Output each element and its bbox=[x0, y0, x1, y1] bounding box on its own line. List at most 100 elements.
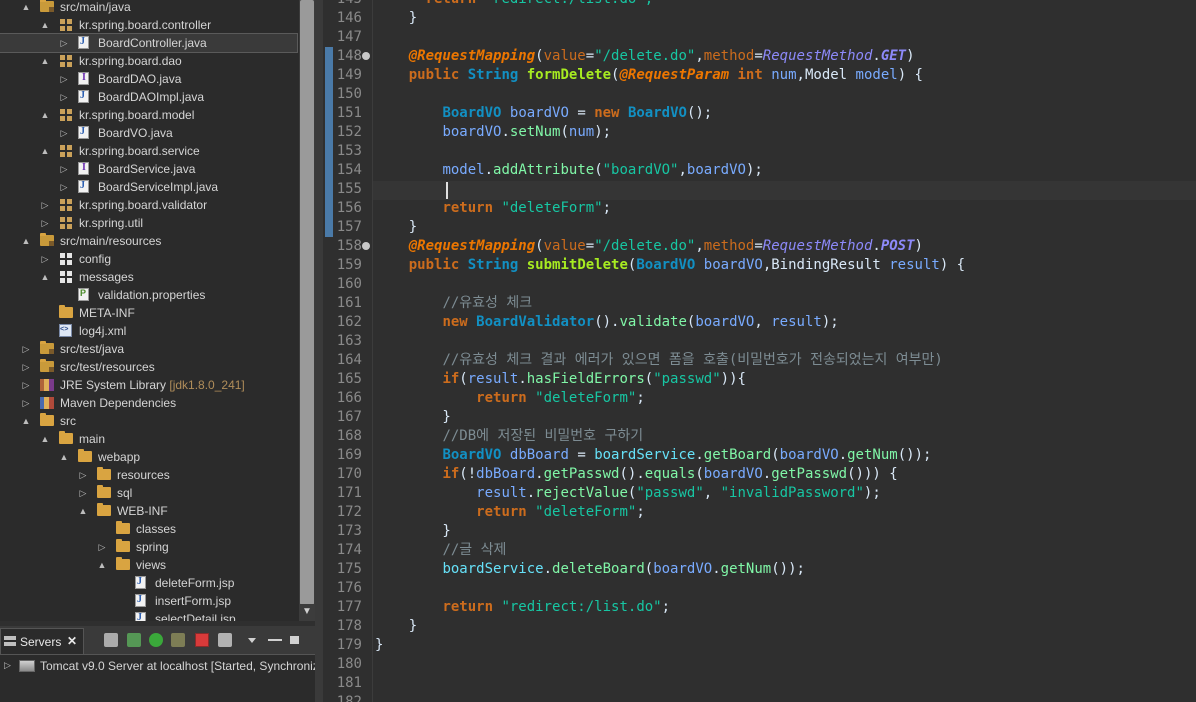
code-line[interactable] bbox=[375, 85, 1195, 104]
collapse-arrow-icon[interactable]: ▲ bbox=[59, 451, 69, 463]
tree-item[interactable]: ▷ BoardService.java bbox=[0, 160, 297, 178]
expand-arrow-icon[interactable]: ▷ bbox=[59, 73, 69, 85]
code-line[interactable]: if(result.hasFieldErrors("passwd")){ bbox=[375, 370, 1195, 389]
expand-arrow-icon[interactable]: ▷ bbox=[59, 181, 69, 193]
code-line[interactable]: boardVO.setNum(num); bbox=[375, 123, 1195, 142]
code-line[interactable] bbox=[375, 332, 1195, 351]
tree-item[interactable]: ▷ BoardController.java bbox=[0, 33, 298, 53]
tree-item[interactable]: classes bbox=[0, 520, 297, 538]
code-line[interactable]: return "redirect:/list.do"; bbox=[375, 0, 1195, 9]
tree-item[interactable]: selectDetail.jsp bbox=[0, 610, 297, 621]
code-line[interactable]: return "redirect:/list.do"; bbox=[375, 598, 1195, 617]
tree-item[interactable]: ▷ sql bbox=[0, 484, 297, 502]
tree-item[interactable]: ▷ config bbox=[0, 250, 297, 268]
tree-item[interactable]: validation.properties bbox=[0, 286, 297, 304]
publish-icon[interactable] bbox=[218, 633, 232, 647]
code-line[interactable]: public String formDelete(@RequestParam i… bbox=[375, 66, 1195, 85]
code-line[interactable]: @RequestMapping(value="/delete.do",metho… bbox=[375, 237, 1195, 256]
expand-arrow-icon[interactable]: ▷ bbox=[78, 487, 88, 499]
tab-servers[interactable]: Servers ✕ bbox=[0, 628, 84, 654]
code-line[interactable]: } bbox=[375, 408, 1195, 427]
view-menu-icon[interactable] bbox=[248, 638, 256, 643]
tree-item[interactable]: META-INF bbox=[0, 304, 297, 322]
code-line[interactable]: } bbox=[375, 218, 1195, 237]
collapse-arrow-icon[interactable]: ▲ bbox=[21, 235, 31, 247]
tree-item[interactable]: ▷ kr.spring.util bbox=[0, 214, 297, 232]
fold-collapse-icon[interactable] bbox=[362, 242, 370, 250]
code-line[interactable] bbox=[375, 180, 1195, 199]
expand-arrow-icon[interactable]: ▷ bbox=[97, 541, 107, 553]
expand-arrow-icon[interactable]: ▷ bbox=[59, 91, 69, 103]
start-icon[interactable] bbox=[149, 633, 163, 647]
minimize-icon[interactable] bbox=[268, 639, 282, 641]
tree-item[interactable]: ▷ JRE System Library [jdk1.8.0_241] bbox=[0, 376, 297, 394]
collapse-arrow-icon[interactable]: ▲ bbox=[40, 55, 50, 67]
expand-arrow-icon[interactable]: ▷ bbox=[21, 397, 31, 409]
maximize-icon[interactable] bbox=[290, 636, 299, 644]
tree-item[interactable]: deleteForm.jsp bbox=[0, 574, 297, 592]
collapse-arrow-icon[interactable]: ▲ bbox=[40, 19, 50, 31]
code-line[interactable]: new BoardValidator().validate(boardVO, r… bbox=[375, 313, 1195, 332]
tree-item[interactable]: ▲ kr.spring.board.controller bbox=[0, 16, 297, 34]
code-line[interactable]: //DB에 저장된 비밀번호 구하기 bbox=[375, 427, 1195, 446]
tree-item[interactable]: ▷ src/test/java bbox=[0, 340, 297, 358]
code-line[interactable]: boardService.deleteBoard(boardVO.getNum(… bbox=[375, 560, 1195, 579]
code-line[interactable]: if(!dbBoard.getPasswd().equals(boardVO.g… bbox=[375, 465, 1195, 484]
collapse-arrow-icon[interactable]: ▲ bbox=[40, 433, 50, 445]
tree-item[interactable]: ▲ kr.spring.board.dao bbox=[0, 52, 297, 70]
explorer-scrollbar-thumb[interactable] bbox=[300, 0, 314, 605]
tree-item[interactable]: ▲ src/main/java bbox=[0, 0, 297, 16]
debug-icon[interactable] bbox=[127, 633, 141, 647]
collapse-arrow-icon[interactable]: ▲ bbox=[97, 559, 107, 571]
collapse-arrow-icon[interactable]: ▲ bbox=[21, 1, 31, 13]
code-line[interactable] bbox=[375, 655, 1195, 674]
tree-item[interactable]: ▷ src/test/resources bbox=[0, 358, 297, 376]
code-line[interactable]: //글 삭제 bbox=[375, 541, 1195, 560]
profile-icon[interactable] bbox=[171, 633, 185, 647]
code-line[interactable]: return "deleteForm"; bbox=[375, 503, 1195, 522]
tree-item[interactable]: ▷ BoardDAO.java bbox=[0, 70, 297, 88]
code-line[interactable]: BoardVO boardVO = new BoardVO(); bbox=[375, 104, 1195, 123]
expand-arrow-icon[interactable]: ▷ bbox=[59, 163, 69, 175]
tree-item[interactable]: ▷ BoardServiceImpl.java bbox=[0, 178, 297, 196]
tree-item[interactable]: ▷ resources bbox=[0, 466, 297, 484]
code-line[interactable] bbox=[375, 275, 1195, 294]
code-line[interactable]: @RequestMapping(value="/delete.do",metho… bbox=[375, 47, 1195, 66]
fold-collapse-icon[interactable] bbox=[362, 52, 370, 60]
code-line[interactable]: return "deleteForm"; bbox=[375, 389, 1195, 408]
expand-arrow-icon[interactable]: ▷ bbox=[21, 361, 31, 373]
close-icon[interactable]: ✕ bbox=[67, 634, 77, 648]
code-line[interactable]: //유효성 체크 bbox=[375, 294, 1195, 313]
tree-item[interactable]: ▲ webapp bbox=[0, 448, 297, 466]
tree-item[interactable]: ▲ src/main/resources bbox=[0, 232, 297, 250]
code-line[interactable] bbox=[375, 674, 1195, 693]
code-line[interactable]: //유효성 체크 결과 에러가 있으면 폼을 호출(비밀번호가 전송되었는지 여… bbox=[375, 351, 1195, 370]
tree-item[interactable]: ▲ messages bbox=[0, 268, 297, 286]
code-line[interactable]: } bbox=[375, 9, 1195, 28]
stop-icon[interactable] bbox=[195, 633, 209, 647]
tree-item[interactable]: ▷ kr.spring.board.validator bbox=[0, 196, 297, 214]
code-line[interactable]: } bbox=[375, 522, 1195, 541]
tree-item[interactable]: insertForm.jsp bbox=[0, 592, 297, 610]
collapse-arrow-icon[interactable]: ▲ bbox=[40, 109, 50, 121]
code-line[interactable]: } bbox=[375, 617, 1195, 636]
code-line[interactable]: } bbox=[375, 636, 1195, 655]
expand-arrow-icon[interactable]: ▷ bbox=[59, 37, 69, 49]
collapse-arrow-icon[interactable]: ▲ bbox=[78, 505, 88, 517]
expand-arrow-icon[interactable]: ▷ bbox=[40, 217, 50, 229]
code-line[interactable] bbox=[375, 142, 1195, 161]
tree-item[interactable]: ▷ Maven Dependencies bbox=[0, 394, 297, 412]
expand-arrow-icon[interactable]: ▷ bbox=[78, 469, 88, 481]
server-list-item[interactable]: ▷ Tomcat v9.0 Server at localhost [Start… bbox=[0, 657, 315, 675]
tree-item[interactable]: ▲ src bbox=[0, 412, 297, 430]
tree-item[interactable]: ▲ views bbox=[0, 556, 297, 574]
tree-item[interactable]: ▲ WEB-INF bbox=[0, 502, 297, 520]
tree-item[interactable]: ▲ kr.spring.board.model bbox=[0, 106, 297, 124]
scroll-down-arrow-icon[interactable]: ▼ bbox=[300, 604, 314, 620]
code-line[interactable]: public String submitDelete(BoardVO board… bbox=[375, 256, 1195, 275]
expand-arrow-icon[interactable]: ▷ bbox=[4, 660, 11, 671]
tree-item[interactable]: ▷ BoardDAOImpl.java bbox=[0, 88, 297, 106]
tree-item[interactable]: ▷ BoardVO.java bbox=[0, 124, 297, 142]
code-line[interactable]: model.addAttribute("boardVO",boardVO); bbox=[375, 161, 1195, 180]
tree-item[interactable]: ▲ kr.spring.board.service bbox=[0, 142, 297, 160]
